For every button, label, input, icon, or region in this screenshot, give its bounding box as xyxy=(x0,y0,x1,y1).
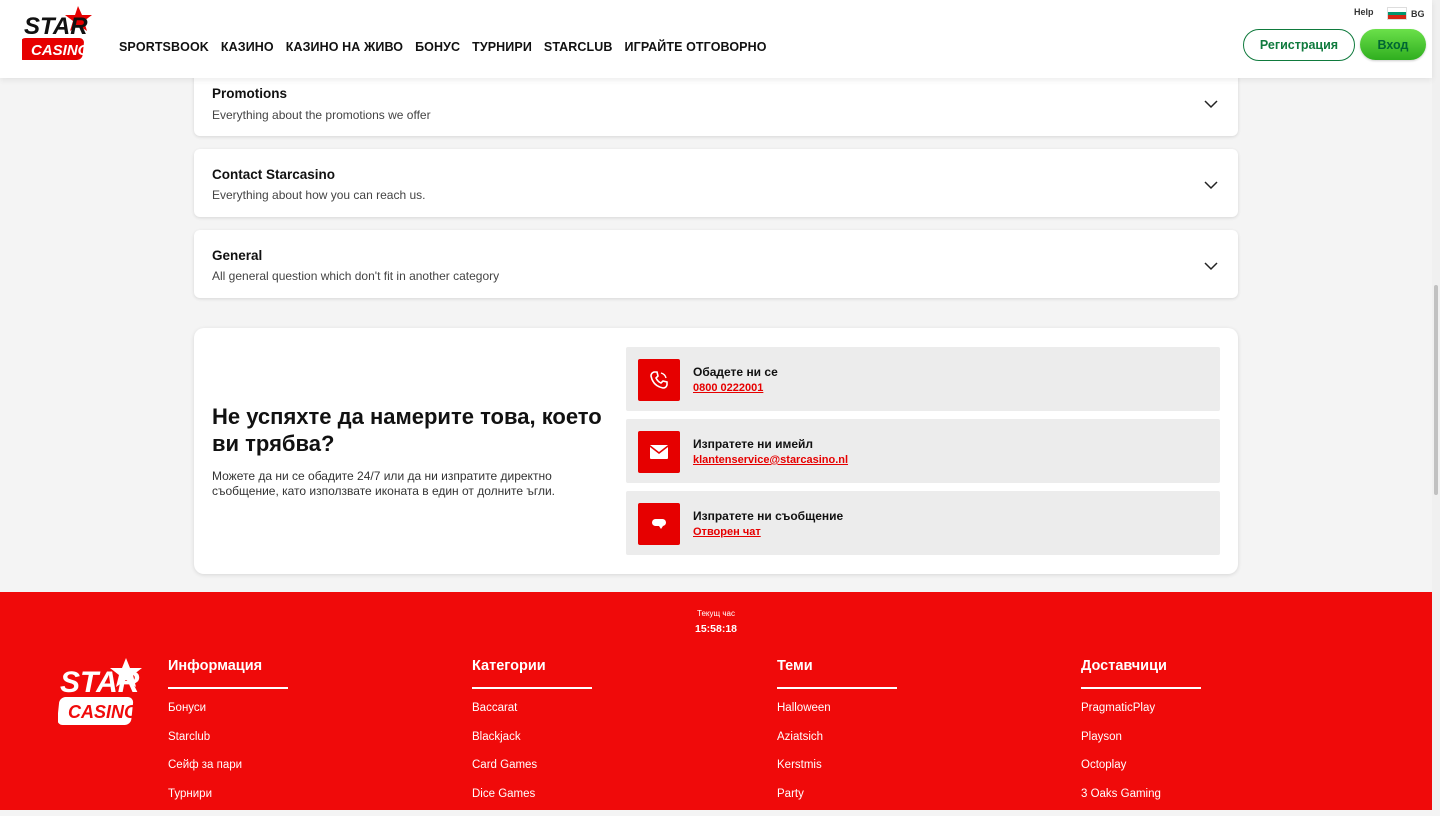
faq-title: Contact Starcasino xyxy=(212,167,335,182)
site-footer: Текущ час 15:58:18 STAR CASINO Информаци… xyxy=(0,592,1432,810)
contact-heading: Не успяхте да намерите това, което ви тр… xyxy=(212,403,622,457)
footer-column-title: Теми xyxy=(777,658,977,678)
footer-column-categories: Категории Baccarat Blackjack Card Games … xyxy=(472,658,672,816)
footer-link[interactable]: Octoplay xyxy=(1081,759,1281,788)
faq-subtitle: Everything about how you can reach us. xyxy=(212,188,425,202)
contact-card: Не успяхте да намерите това, което ви тр… xyxy=(194,328,1238,574)
email-link[interactable]: klantenservice@starcasino.nl xyxy=(693,454,848,466)
footer-link[interactable]: Playson xyxy=(1081,731,1281,760)
login-button[interactable]: Вход xyxy=(1360,29,1426,60)
faq-title: Promotions xyxy=(212,86,287,101)
footer-link[interactable]: Турнири xyxy=(168,788,368,816)
contact-option-title: Обадете ни се xyxy=(693,365,778,379)
footer-link[interactable]: PragmaticPlay xyxy=(1081,702,1281,731)
contact-option-phone[interactable]: Обадете ни се 0800 0222001 xyxy=(626,347,1220,411)
nav-live-casino[interactable]: КАЗИНО НА ЖИВО xyxy=(286,40,403,54)
footer-column-title: Информация xyxy=(168,658,368,678)
footer-link[interactable]: Бонуси xyxy=(168,702,368,731)
footer-link[interactable]: Halloween xyxy=(777,702,977,731)
footer-link[interactable]: 3 Oaks Gaming xyxy=(1081,788,1281,816)
nav-bonus[interactable]: БОНУС xyxy=(415,40,460,54)
language-selector[interactable]: BG xyxy=(1387,7,1425,20)
footer-link[interactable]: Card Games xyxy=(472,759,672,788)
contact-option-title: Изпратете ни съобщение xyxy=(693,509,843,523)
footer-column-title: Доставчици xyxy=(1081,658,1281,678)
footer-link[interactable]: Dice Games xyxy=(472,788,672,816)
main-nav: SPORTSBOOK КАЗИНО КАЗИНО НА ЖИВО БОНУС Т… xyxy=(119,40,767,54)
faq-item-general[interactable]: General All general question which don't… xyxy=(194,230,1238,298)
bulgaria-flag-icon xyxy=(1387,7,1407,20)
divider xyxy=(1081,687,1201,689)
language-code: BG xyxy=(1411,9,1425,19)
help-link[interactable]: Help xyxy=(1354,7,1374,17)
phone-link[interactable]: 0800 0222001 xyxy=(693,382,763,394)
svg-text:CASINO: CASINO xyxy=(68,702,138,722)
faq-subtitle: Everything about the promotions we offer xyxy=(212,108,431,122)
footer-column-providers: Доставчици PragmaticPlay Playson Octopla… xyxy=(1081,658,1281,816)
divider xyxy=(777,687,897,689)
current-time-label: Текущ час xyxy=(0,609,1432,618)
nav-sportsbook[interactable]: SPORTSBOOK xyxy=(119,40,209,54)
footer-column-themes: Теми Halloween Aziatsich Kerstmis Party xyxy=(777,658,977,816)
footer-column-title: Категории xyxy=(472,658,672,678)
nav-responsible-gaming[interactable]: ИГРАЙТЕ ОТГОВОРНО xyxy=(625,40,767,54)
footer-link[interactable]: Aziatsich xyxy=(777,731,977,760)
footer-link[interactable]: Starclub xyxy=(168,731,368,760)
nav-starclub[interactable]: STARCLUB xyxy=(544,40,613,54)
starcasino-footer-logo[interactable]: STAR CASINO xyxy=(58,656,144,728)
faq-title: General xyxy=(212,248,262,263)
contact-option-email[interactable]: Изпратете ни имейл klantenservice@starca… xyxy=(626,419,1220,483)
footer-link[interactable]: Сейф за пари xyxy=(168,759,368,788)
footer-link[interactable]: Party xyxy=(777,788,977,816)
divider xyxy=(472,687,592,689)
chat-link[interactable]: Отворен чат xyxy=(693,526,761,538)
svg-text:STAR: STAR xyxy=(60,666,140,699)
contact-description: Можете да ни се обадите 24/7 или да ни и… xyxy=(212,469,592,499)
contact-option-chat[interactable]: Изпратете ни съобщение Отворен чат xyxy=(626,491,1220,555)
footer-link[interactable]: Kerstmis xyxy=(777,759,977,788)
faq-item-contact[interactable]: Contact Starcasino Everything about how … xyxy=(194,149,1238,217)
phone-icon xyxy=(638,359,680,401)
contact-option-title: Изпратете ни имейл xyxy=(693,437,813,451)
svg-text:STAR: STAR xyxy=(24,13,88,40)
footer-link[interactable]: Blackjack xyxy=(472,731,672,760)
divider xyxy=(168,687,288,689)
current-time-value: 15:58:18 xyxy=(0,623,1432,635)
scrollbar-thumb[interactable] xyxy=(1434,285,1438,495)
svg-text:CASINO: CASINO xyxy=(31,42,90,59)
footer-link[interactable]: Baccarat xyxy=(472,702,672,731)
chat-icon xyxy=(638,503,680,545)
register-button[interactable]: Регистрация xyxy=(1243,29,1355,61)
site-header: STAR CASINO SPORTSBOOK КАЗИНО КАЗИНО НА … xyxy=(0,0,1432,78)
chevron-down-icon[interactable] xyxy=(1204,178,1218,192)
nav-casino[interactable]: КАЗИНО xyxy=(221,40,274,54)
starcasino-logo[interactable]: STAR CASINO xyxy=(22,4,94,62)
chevron-down-icon[interactable] xyxy=(1204,97,1218,111)
footer-column-info: Информация Бонуси Starclub Сейф за пари … xyxy=(168,658,368,816)
nav-tournaments[interactable]: ТУРНИРИ xyxy=(472,40,532,54)
chevron-down-icon[interactable] xyxy=(1204,259,1218,273)
faq-subtitle: All general question which don't fit in … xyxy=(212,269,499,283)
mail-icon xyxy=(638,431,680,473)
